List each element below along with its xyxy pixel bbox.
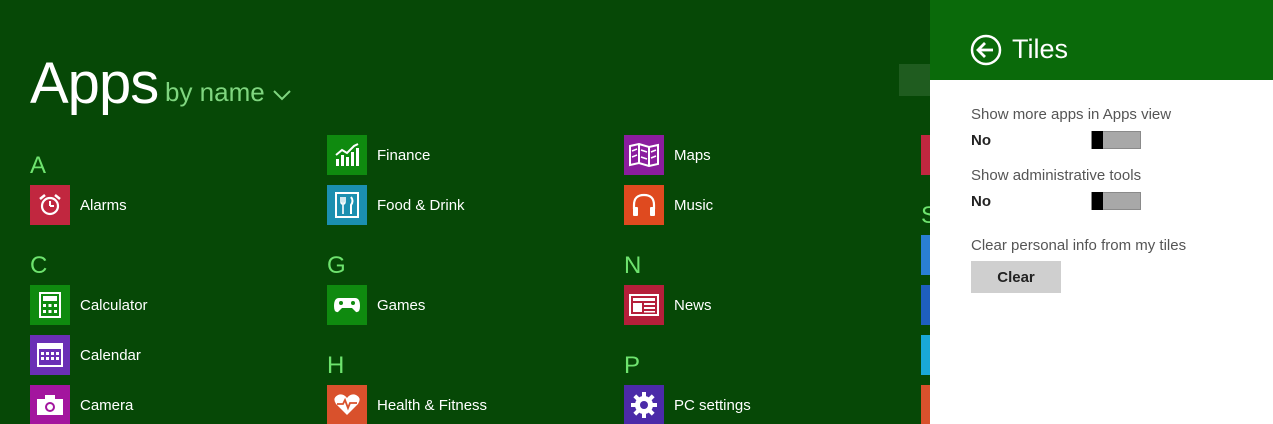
group-header-h[interactable]: H (327, 352, 344, 380)
app-maps[interactable]: Maps (624, 135, 711, 175)
sort-by-dropdown[interactable]: by name (165, 77, 291, 108)
calendar-icon (30, 335, 70, 375)
app-label: Calculator (80, 296, 148, 314)
app-tile-partial[interactable] (921, 335, 930, 375)
group-header-c[interactable]: C (30, 252, 47, 280)
app-label: Alarms (80, 196, 127, 214)
app-calculator[interactable]: Calculator (30, 285, 148, 325)
app-label: PC settings (674, 396, 751, 414)
finance-chart-icon (327, 135, 367, 175)
newspaper-icon (624, 285, 664, 325)
app-label: Food & Drink (377, 196, 465, 214)
app-label: Maps (674, 146, 711, 164)
app-alarms[interactable]: Alarms (30, 185, 127, 225)
chevron-down-icon (273, 89, 291, 100)
app-tile-partial[interactable] (921, 285, 930, 325)
app-label: Games (377, 296, 426, 314)
group-header-a[interactable]: A (30, 152, 46, 180)
search-box-edge[interactable] (899, 64, 930, 96)
gear-icon (624, 385, 664, 424)
app-food-drink[interactable]: Food & Drink (327, 185, 465, 225)
app-camera[interactable]: Camera (30, 385, 133, 424)
map-icon (624, 135, 664, 175)
panel-header: Tiles (930, 0, 1273, 80)
app-label: Camera (80, 396, 134, 414)
panel-title: Tiles (1012, 34, 1069, 64)
app-tile-partial[interactable] (921, 135, 930, 175)
headphones-icon (624, 185, 664, 225)
fork-knife-icon (327, 185, 367, 225)
group-header-s[interactable]: S (921, 202, 930, 230)
game-controller-icon (327, 285, 367, 325)
setting-label-more-apps: Show more apps in Apps view (971, 106, 1172, 123)
apps-title: Apps (30, 51, 159, 116)
apps-view: Apps by name A C G H N P S Alarms Calcul… (0, 0, 930, 424)
app-games[interactable]: Games (327, 285, 425, 325)
group-header-g[interactable]: G (327, 252, 346, 280)
tiles-settings-panel: Tiles Show more apps in Apps view No Sho… (930, 0, 1273, 424)
heart-pulse-icon (327, 385, 367, 424)
app-label: News (674, 296, 712, 314)
app-calendar[interactable]: Calendar (30, 335, 141, 375)
toggle-thumb[interactable] (1092, 192, 1103, 210)
app-tile-partial[interactable] (921, 385, 930, 424)
app-label: Finance (377, 146, 431, 164)
toggle-state-admin-tools: No (971, 193, 991, 210)
toggle-more-apps[interactable] (1091, 131, 1141, 149)
app-pc-settings[interactable]: PC settings (624, 385, 751, 424)
app-tile-partial[interactable] (921, 235, 930, 275)
clear-personal-info-label: Clear personal info from my tiles (971, 237, 1187, 254)
setting-label-admin-tools: Show administrative tools (971, 167, 1142, 184)
app-health-fitness[interactable]: Health & Fitness (327, 385, 487, 424)
toggle-admin-tools[interactable] (1091, 192, 1141, 210)
app-finance[interactable]: Finance (327, 135, 430, 175)
app-news[interactable]: News (624, 285, 712, 325)
group-header-n[interactable]: N (624, 252, 641, 280)
sort-by-label: by name (165, 77, 265, 107)
app-label: Health & Fitness (377, 396, 488, 414)
clear-button[interactable]: Clear (971, 261, 1061, 293)
alarm-clock-icon (30, 185, 70, 225)
app-label: Calendar (80, 346, 141, 364)
app-label: Music (674, 196, 714, 214)
toggle-state-more-apps: No (971, 132, 991, 149)
calculator-icon (30, 285, 70, 325)
toggle-thumb[interactable] (1092, 131, 1103, 149)
app-music[interactable]: Music (624, 185, 713, 225)
group-header-p[interactable]: P (624, 352, 640, 380)
camera-icon (30, 385, 70, 424)
back-arrow-icon[interactable] (970, 34, 1002, 66)
